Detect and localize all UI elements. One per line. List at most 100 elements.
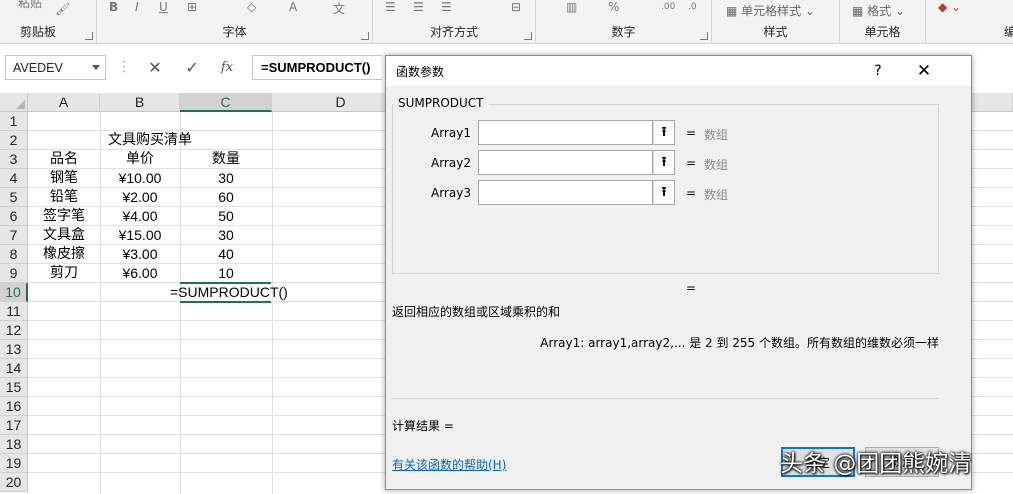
row-header-18[interactable]: 18	[0, 435, 28, 454]
drag-handle-icon[interactable]: ⋮	[117, 59, 132, 75]
array2-input[interactable]	[478, 150, 653, 175]
chevron-down-icon[interactable]	[92, 65, 100, 70]
arg-hint: 数组	[704, 188, 729, 202]
align-right-icon[interactable]: ☰	[441, 0, 452, 14]
formula-input[interactable]: =SUMPRODUCT()	[252, 55, 382, 80]
row-header-3[interactable]: 3	[0, 150, 28, 169]
column-header-b[interactable]: B	[100, 93, 180, 112]
row-header-20[interactable]: 20	[0, 473, 28, 492]
merge-icon[interactable]: ⊟	[511, 0, 521, 14]
align-left-icon[interactable]: ☰	[385, 0, 396, 14]
align-center-icon[interactable]: ☰	[413, 0, 424, 14]
item-price-cell[interactable]: ¥15.00	[100, 226, 180, 245]
row-header-17[interactable]: 17	[0, 416, 28, 435]
row-header-2[interactable]: 2	[0, 131, 28, 150]
close-button[interactable]: ✕	[912, 60, 936, 82]
percent-button[interactable]: %	[608, 0, 619, 14]
row-header-8[interactable]: 8	[0, 245, 28, 264]
array1-input[interactable]	[478, 120, 653, 145]
item-qty-cell[interactable]: 40	[180, 245, 272, 264]
fill-color-icon[interactable]: ◇	[247, 0, 256, 14]
italic-button[interactable]: I	[135, 0, 139, 14]
select-all-corner[interactable]	[0, 93, 28, 112]
increase-decimal-icon[interactable]: .00	[661, 2, 675, 12]
row-header-15[interactable]: 15	[0, 378, 28, 397]
eraser-icon[interactable]: ◆ ⌄	[938, 0, 961, 14]
cell-style-label: 单元格样式	[741, 4, 802, 18]
item-qty-cell[interactable]: 30	[180, 226, 272, 245]
dialog-launcher-icon[interactable]	[524, 32, 532, 40]
item-price-cell[interactable]: ¥3.00	[100, 245, 180, 264]
column-header-a[interactable]: A	[28, 93, 100, 112]
item-price-cell[interactable]: ¥4.00	[100, 207, 180, 226]
arg-label-array1: Array1	[431, 126, 471, 140]
cell-style-button[interactable]: ▦ 单元格样式 ⌄	[726, 2, 815, 19]
item-qty-cell[interactable]: 10	[180, 264, 272, 283]
collapse-dialog-icon[interactable]: ⭱	[653, 120, 675, 145]
select-all-icon	[16, 100, 25, 109]
divider	[392, 398, 939, 399]
item-name-cell[interactable]: 橡皮擦	[28, 245, 100, 264]
ribbon-group-cells: ▦ 格式 ⌄ 单元格	[840, 0, 926, 44]
row-header-6[interactable]: 6	[0, 207, 28, 226]
row-header-11[interactable]: 11	[0, 302, 28, 321]
row-header-9[interactable]: 9	[0, 264, 28, 283]
help-button[interactable]: ?	[868, 60, 888, 82]
row-header-4[interactable]: 4	[0, 169, 28, 188]
phonetic-button[interactable]: 文	[333, 0, 345, 17]
array3-input[interactable]	[478, 180, 653, 205]
arg-equals: =	[686, 186, 697, 200]
item-name-cell[interactable]: 剪刀	[28, 264, 100, 283]
ribbon-group-clipboard: 粘贴 🖌 剪贴板	[0, 0, 97, 44]
decrease-decimal-icon[interactable]: .0	[688, 2, 697, 12]
border-icon[interactable]: ⊞	[187, 0, 197, 14]
item-qty-cell[interactable]: 50	[180, 207, 272, 226]
item-price-cell[interactable]: ¥10.00	[100, 169, 180, 188]
bold-button[interactable]: B	[109, 0, 118, 14]
row-header-13[interactable]: 13	[0, 340, 28, 359]
collapse-dialog-icon[interactable]: ⭱	[653, 150, 675, 175]
item-price-cell[interactable]: ¥6.00	[100, 264, 180, 283]
header-qty-cell[interactable]: 数量	[180, 150, 272, 169]
font-color-button[interactable]: A	[289, 0, 297, 14]
dialog-launcher-icon[interactable]	[361, 32, 369, 40]
arg-equals: =	[686, 126, 697, 140]
item-name-cell[interactable]: 钢笔	[28, 169, 100, 188]
row-header-1[interactable]: 1	[0, 112, 28, 131]
item-qty-cell[interactable]: 30	[180, 169, 272, 188]
active-cell-formula[interactable]: =SUMPRODUCT()	[167, 283, 297, 302]
ribbon-group-label: 剪贴板	[19, 25, 56, 39]
underline-button[interactable]: U	[159, 0, 168, 14]
insert-function-icon[interactable]: fx	[212, 55, 242, 80]
dialog-launcher-icon[interactable]	[85, 32, 93, 40]
format-button[interactable]: ▦ 格式 ⌄	[852, 2, 905, 19]
function-help-link[interactable]: 有关该函数的帮助(H)	[392, 456, 506, 473]
row-header-5[interactable]: 5	[0, 188, 28, 207]
dialog-launcher-icon[interactable]	[700, 32, 708, 40]
paste-label[interactable]: 粘贴	[18, 0, 42, 11]
header-price-cell[interactable]: 单价	[100, 150, 180, 169]
currency-icon[interactable]: ▥	[566, 0, 577, 14]
item-qty-cell[interactable]: 60	[180, 188, 272, 207]
item-name-cell[interactable]: 铅笔	[28, 188, 100, 207]
item-price-cell[interactable]: ¥2.00	[100, 188, 180, 207]
row-header-14[interactable]: 14	[0, 359, 28, 378]
header-name-cell[interactable]: 品名	[28, 150, 100, 169]
row-header-12[interactable]: 12	[0, 321, 28, 340]
item-name-cell[interactable]: 签字笔	[28, 207, 100, 226]
cancel-icon[interactable]: ✕	[140, 55, 170, 80]
format-label: 格式	[867, 4, 892, 18]
dialog-titlebar[interactable]: 函数参数 ? ✕	[386, 56, 971, 86]
row-header-10[interactable]: 10	[0, 283, 28, 302]
collapse-dialog-icon[interactable]: ⭱	[653, 180, 675, 205]
calculation-result: 计算结果 =	[392, 419, 454, 433]
item-name-cell[interactable]: 文具盒	[28, 226, 100, 245]
row-header-7[interactable]: 7	[0, 226, 28, 245]
format-painter-icon[interactable]: 🖌	[55, 2, 70, 16]
column-header-c[interactable]: C	[180, 93, 272, 112]
table-title-cell[interactable]: 文具购买清单	[100, 131, 200, 150]
enter-icon[interactable]: ✓	[177, 55, 207, 80]
name-box[interactable]: AVEDEV	[5, 55, 106, 80]
row-header-19[interactable]: 19	[0, 454, 28, 473]
row-header-16[interactable]: 16	[0, 397, 28, 416]
